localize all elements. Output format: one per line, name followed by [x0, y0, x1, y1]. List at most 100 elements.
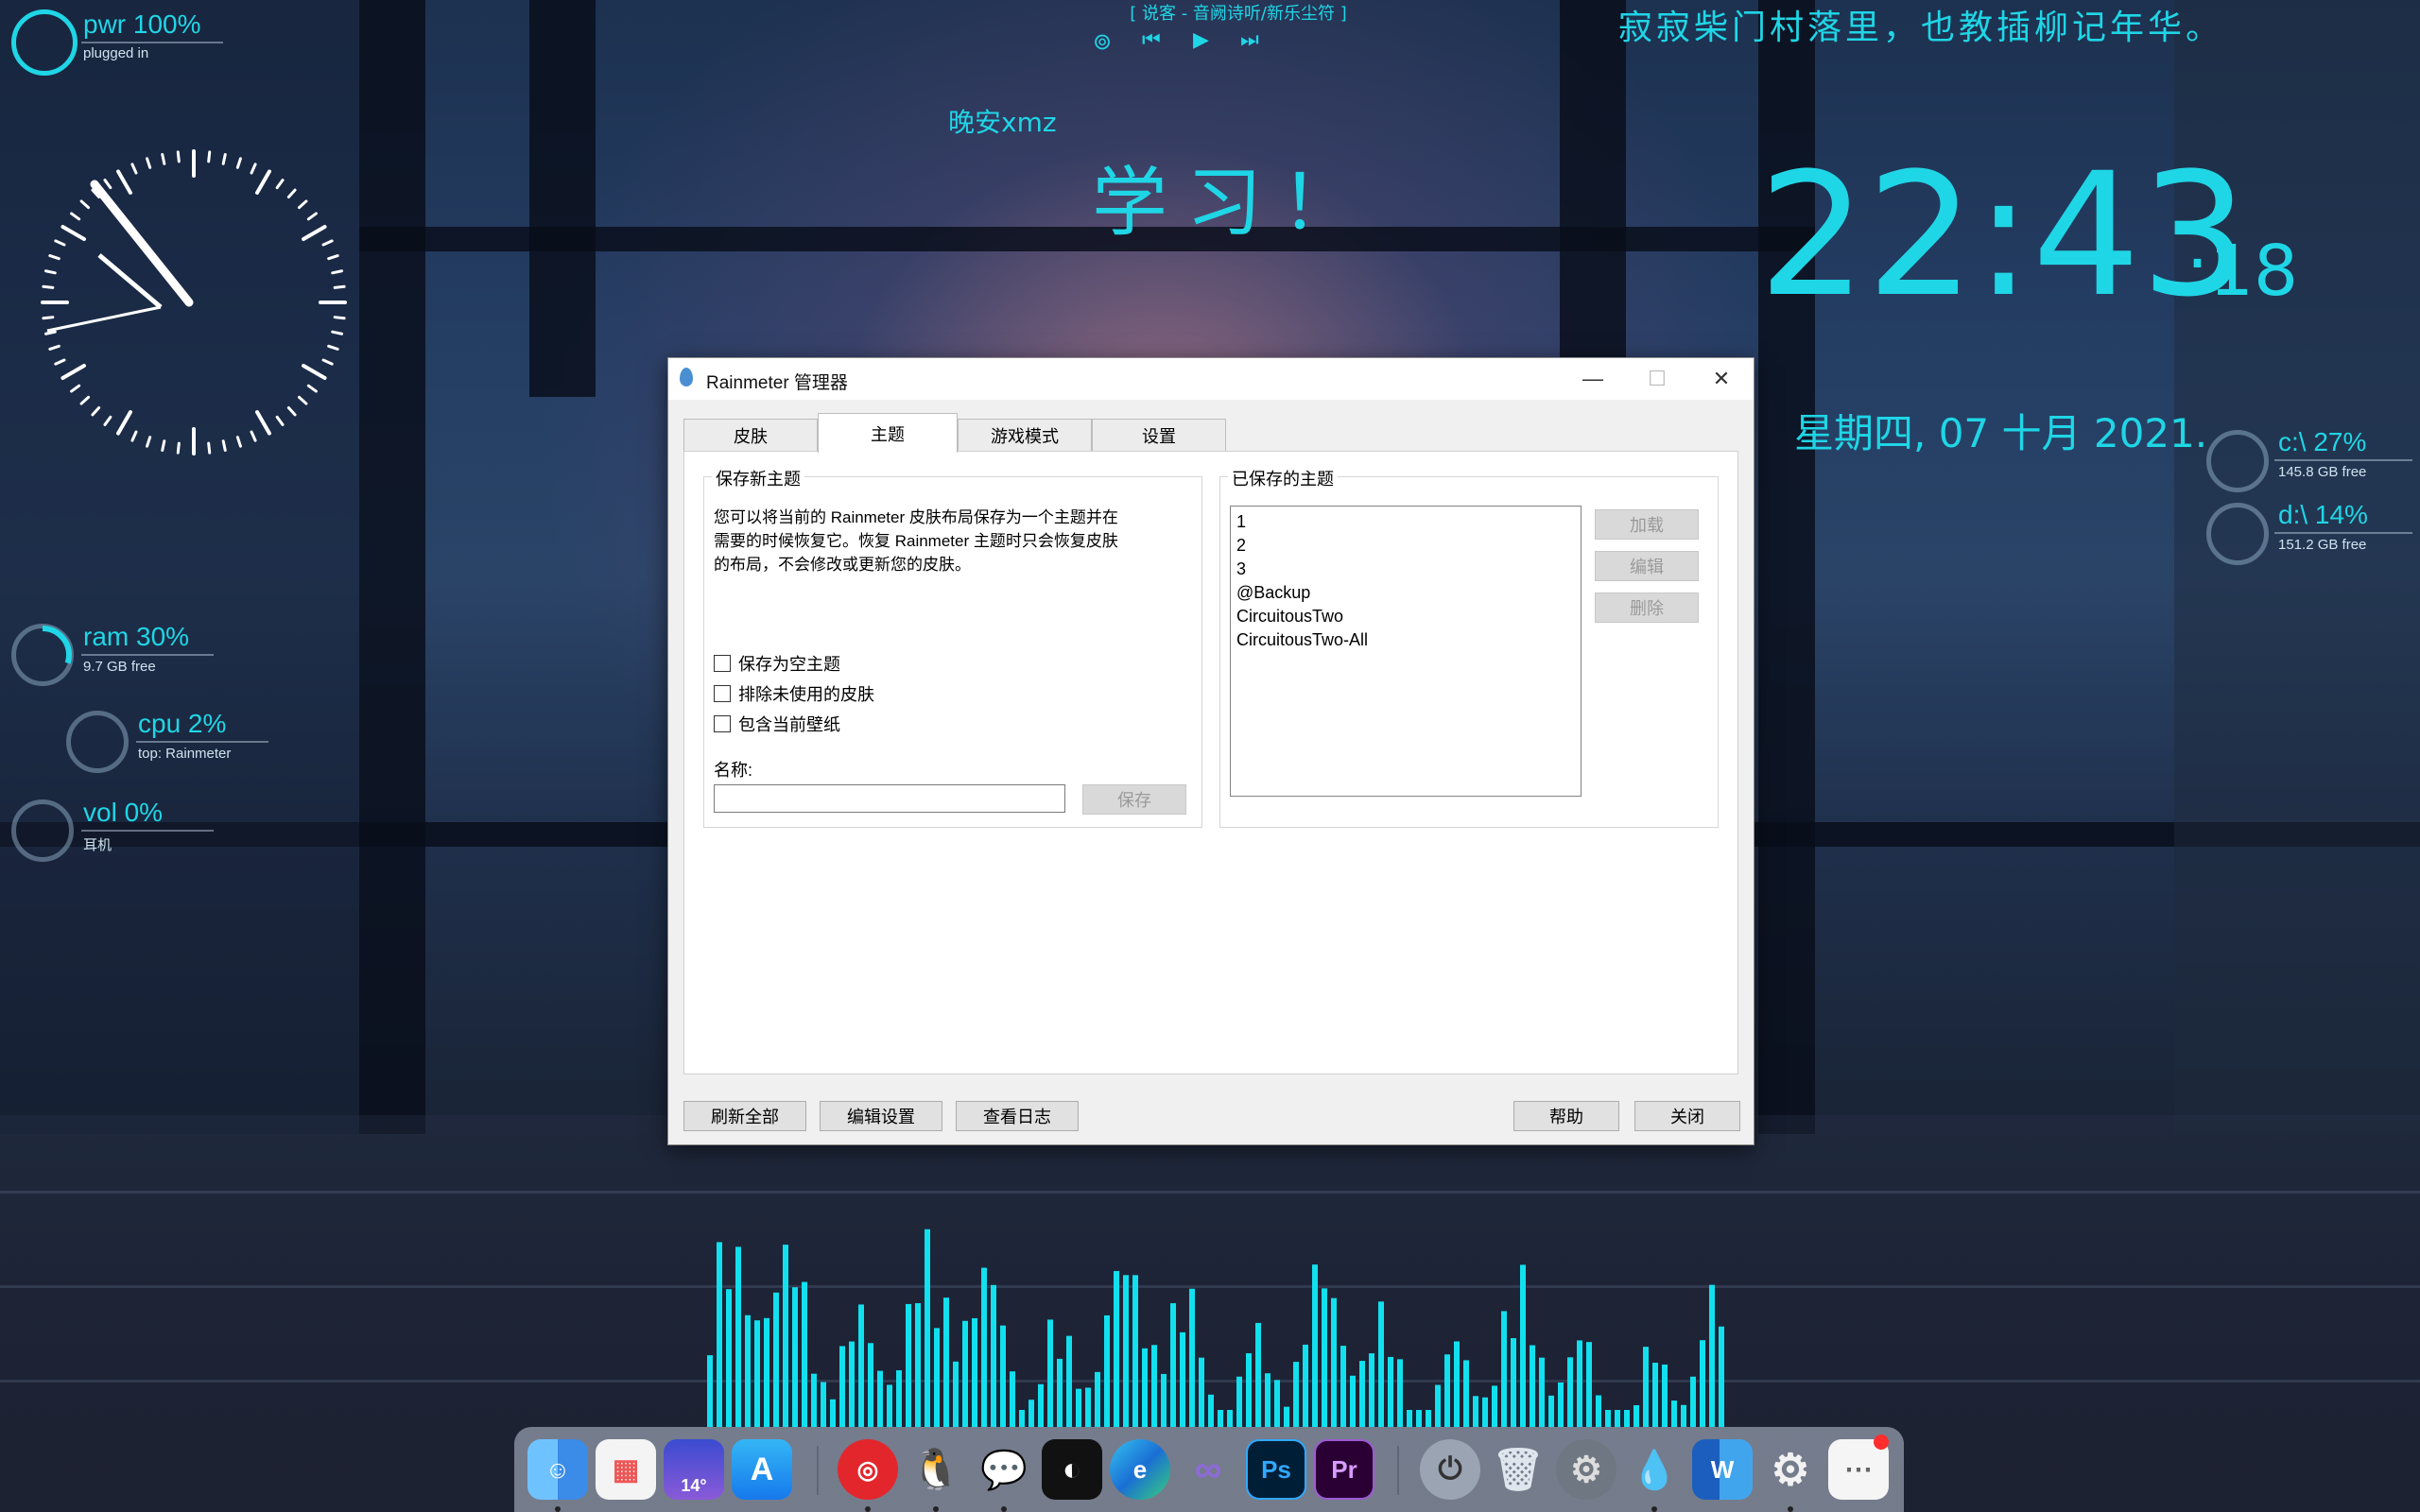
list-item[interactable]: @Backup [1231, 581, 1581, 605]
tab-themes[interactable]: 主题 [818, 413, 958, 453]
list-item[interactable]: CircuitousTwo [1231, 605, 1581, 628]
floor-line [0, 1191, 2420, 1194]
maximize-button[interactable]: ☐ [1625, 358, 1689, 400]
help-button[interactable]: 帮助 [1513, 1101, 1619, 1131]
visualizer-bar [962, 1320, 968, 1427]
app-store-icon[interactable]: A [732, 1439, 792, 1500]
launchpad-icon[interactable]: ▦ [596, 1439, 656, 1500]
delete-theme-button[interactable]: 删除 [1595, 593, 1699, 623]
finder-icon[interactable]: ☺ [527, 1439, 588, 1500]
list-item[interactable]: 1 [1231, 510, 1581, 534]
checkbox-box[interactable] [714, 715, 731, 732]
settings-gear-icon[interactable]: ⚙ [1760, 1439, 1821, 1500]
clock-tick [60, 225, 86, 241]
visualizer-bar [1435, 1384, 1441, 1427]
title-bar[interactable]: Rainmeter 管理器 — ☐ ✕ [668, 358, 1754, 400]
close-button[interactable]: 关闭 [1634, 1101, 1740, 1131]
qq-icon[interactable]: 🐧 [906, 1439, 966, 1500]
digital-clock: 22:43 [1758, 137, 2249, 335]
checkbox-box[interactable] [714, 685, 731, 702]
visualizer-bar [1511, 1337, 1516, 1427]
checkbox-box[interactable] [714, 655, 731, 672]
power-icon[interactable]: ⏻ [1420, 1439, 1480, 1500]
visualizer-bar [887, 1384, 892, 1427]
visualizer-bar [1104, 1314, 1110, 1427]
visualizer-bar [1057, 1358, 1063, 1427]
list-item[interactable]: CircuitousTwo-All [1231, 628, 1581, 652]
infinity-icon[interactable]: ∞ [1178, 1439, 1238, 1500]
clock-tick [302, 364, 327, 380]
view-log-button[interactable]: 查看日志 [956, 1101, 1079, 1131]
edit-settings-button[interactable]: 编辑设置 [820, 1101, 942, 1131]
list-item[interactable]: 3 [1231, 558, 1581, 581]
netease-music-icon[interactable]: ⊚ [1093, 28, 1112, 55]
premiere-icon[interactable]: Pr [1314, 1439, 1374, 1500]
capcut-icon[interactable]: ◐ [1042, 1439, 1102, 1500]
visualizer-bar [1482, 1397, 1488, 1427]
save-empty-theme-checkbox[interactable]: 保存为空主题 [714, 651, 840, 676]
clock-tick [91, 405, 101, 417]
visualizer-bar [764, 1317, 769, 1427]
wechat-icon[interactable]: 💬 [974, 1439, 1034, 1500]
clock-tick [302, 225, 327, 241]
load-theme-button[interactable]: 加载 [1595, 509, 1699, 540]
visualizer-bar [1246, 1353, 1252, 1427]
visualizer-bar [1520, 1264, 1526, 1427]
minimize-button[interactable]: — [1561, 358, 1625, 400]
clock-tick [70, 384, 81, 393]
clock-tick [207, 150, 212, 163]
cpu-sub: top: Rainmeter [138, 746, 232, 762]
refresh-all-button[interactable]: 刷新全部 [683, 1101, 806, 1131]
edge-icon[interactable]: e [1110, 1439, 1170, 1500]
themes-panel: 保存新主题 您可以将当前的 Rainmeter 皮肤布局保存为一个主题并在 需要… [683, 451, 1738, 1074]
clock-tick [306, 384, 318, 393]
visualizer-bar [858, 1304, 864, 1427]
photoshop-icon[interactable]: Ps [1246, 1439, 1306, 1500]
save-theme-button[interactable]: 保存 [1082, 784, 1186, 815]
visualizer-bar [1142, 1348, 1148, 1427]
trash-icon[interactable]: 🗑 [1488, 1439, 1548, 1500]
save-theme-group: 保存新主题 您可以将当前的 Rainmeter 皮肤布局保存为一个主题并在 需要… [703, 466, 1202, 828]
theme-name-input[interactable] [714, 784, 1065, 813]
window-frame-left [359, 0, 425, 1134]
next-track-icon[interactable]: ⏭ [1240, 28, 1259, 52]
ps-label: Ps [1261, 1454, 1291, 1484]
system-prefs-icon[interactable]: ⚙ [1556, 1439, 1616, 1500]
visualizer-bar [1709, 1284, 1715, 1427]
close-window-button[interactable]: ✕ [1689, 358, 1754, 400]
visualizer-bar [1690, 1376, 1696, 1427]
drive-d-label: d:\ 14% [2278, 500, 2368, 529]
visualizer-bar [925, 1228, 930, 1427]
cpu-ring-icon [66, 711, 129, 773]
weather-icon[interactable]: 14° [664, 1439, 724, 1500]
clock-tick [297, 395, 308, 405]
power-sub: plugged in [83, 45, 149, 61]
saved-themes-list[interactable]: 1 2 3 @Backup CircuitousTwo CircuitousTw… [1230, 506, 1582, 797]
tab-settings[interactable]: 设置 [1092, 419, 1226, 452]
include-wallpaper-checkbox[interactable]: 包含当前壁纸 [714, 712, 840, 736]
visualizer-bar [1548, 1395, 1554, 1427]
clock-tick [146, 436, 152, 448]
clock-tick [79, 395, 91, 405]
word-icon[interactable]: W [1692, 1439, 1753, 1500]
visualizer-bar [1596, 1395, 1601, 1427]
window-frame-top-bar [359, 227, 1815, 251]
visualizer-bar [1719, 1326, 1724, 1427]
visualizer-bar [802, 1281, 807, 1427]
rainmeter-icon[interactable]: 💧 [1624, 1439, 1685, 1500]
clock-tick [43, 269, 57, 275]
netease-music-icon[interactable]: ◎ [838, 1439, 898, 1500]
visualizer-bar [1180, 1332, 1185, 1427]
tab-game-mode[interactable]: 游戏模式 [958, 419, 1092, 452]
checkbox-label: 包含当前壁纸 [738, 715, 840, 734]
list-item[interactable]: 2 [1231, 534, 1581, 558]
exclude-unused-skins-checkbox[interactable]: 排除未使用的皮肤 [714, 681, 874, 706]
audio-visualizer [707, 1228, 1724, 1427]
visualizer-bar [1473, 1396, 1478, 1427]
clock-tick [235, 436, 242, 448]
play-icon[interactable]: ▶ [1193, 28, 1209, 52]
tab-skins[interactable]: 皮肤 [683, 419, 818, 452]
edit-theme-button[interactable]: 编辑 [1595, 551, 1699, 581]
visualizer-bar [1322, 1288, 1327, 1427]
previous-track-icon[interactable]: ⏮ [1142, 28, 1161, 52]
